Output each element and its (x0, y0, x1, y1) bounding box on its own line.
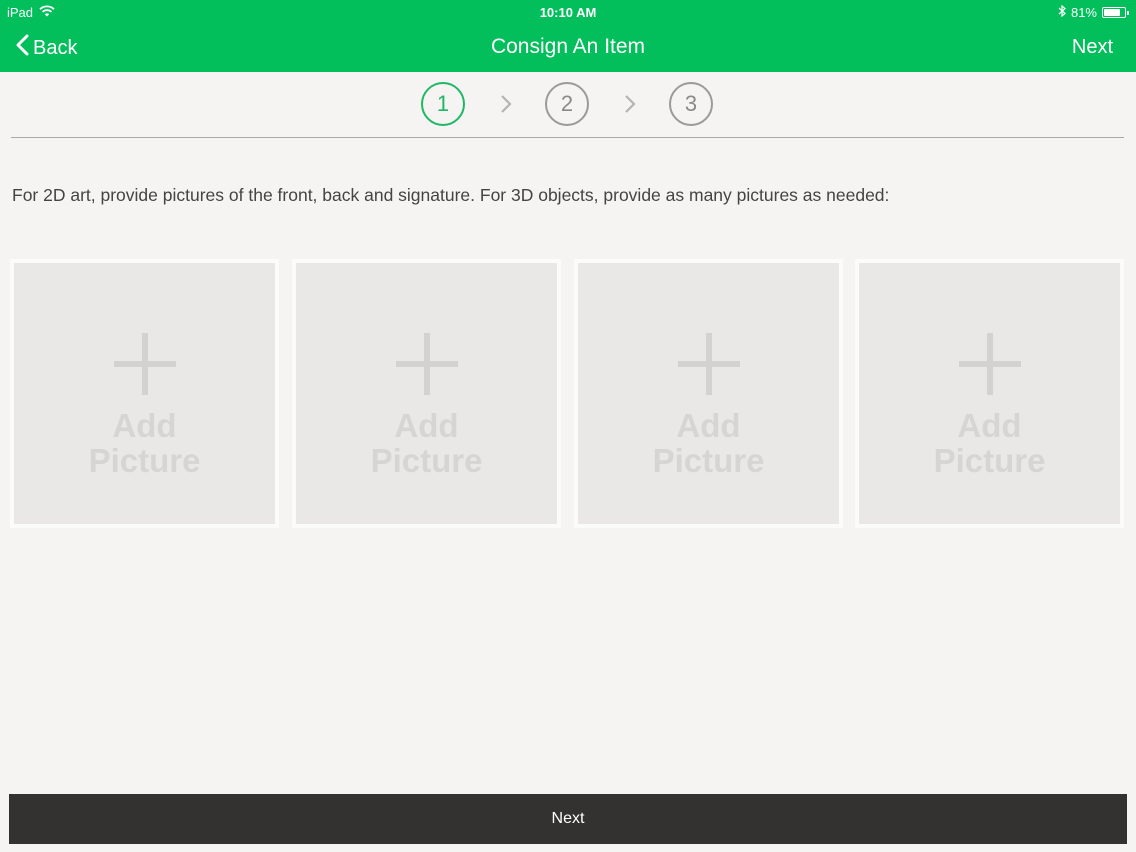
tile-label-line1: Add (112, 407, 177, 444)
tile-label-line1: Add (957, 407, 1022, 444)
tile-label-line2: Picture (652, 442, 765, 479)
plus-icon (677, 263, 740, 400)
plus-icon (395, 263, 458, 400)
bluetooth-icon (1058, 4, 1066, 20)
add-picture-tile-4[interactable]: Add Picture (855, 259, 1124, 528)
step-indicator: 1 2 3 (0, 80, 1136, 128)
plus-icon (958, 263, 1021, 400)
step-2: 2 (545, 82, 589, 126)
step-2-number: 2 (560, 91, 574, 116)
nav-bar: Back Consign An Item Next (0, 24, 1136, 72)
status-bar: iPad 10:10 AM 81% (0, 0, 1136, 24)
header-bar: iPad 10:10 AM 81% Back Consign An Item N… (0, 0, 1136, 72)
chevron-right-icon (623, 94, 637, 119)
chevron-right-icon (499, 94, 513, 119)
status-right: 81% (1058, 4, 1129, 20)
add-picture-tile-1[interactable]: Add Picture (10, 259, 279, 528)
status-time: 10:10 AM (539, 5, 597, 20)
tile-label-line2: Picture (933, 442, 1046, 479)
plus-icon (113, 263, 176, 400)
step-1-number: 1 (436, 91, 450, 116)
next-button-top[interactable]: Next (1072, 36, 1113, 59)
battery-nub (1127, 11, 1129, 15)
next-button-label: Next (551, 810, 585, 827)
step-1: 1 (421, 82, 465, 126)
tile-label-line2: Picture (370, 442, 483, 479)
instructions-text: For 2D art, provide pictures of the fron… (12, 185, 890, 205)
battery-fill (1104, 9, 1121, 16)
tile-label-line2: Picture (88, 442, 201, 479)
add-picture-tile-2[interactable]: Add Picture (292, 259, 561, 528)
tile-label-line1: Add (394, 407, 459, 444)
add-picture-tile-3[interactable]: Add Picture (574, 259, 843, 528)
divider (11, 137, 1124, 138)
next-button-bottom[interactable]: Next (9, 794, 1127, 844)
tile-label: Add Picture (934, 408, 1046, 478)
tile-label: Add Picture (371, 408, 483, 478)
tile-label-line1: Add (676, 407, 741, 444)
page-title: Consign An Item (490, 35, 646, 58)
tile-label: Add Picture (89, 408, 201, 478)
step-3-number: 3 (684, 91, 698, 116)
tile-label: Add Picture (653, 408, 765, 478)
step-3: 3 (669, 82, 713, 126)
battery-percent: 81% (1070, 5, 1097, 20)
battery-icon (1102, 7, 1129, 18)
